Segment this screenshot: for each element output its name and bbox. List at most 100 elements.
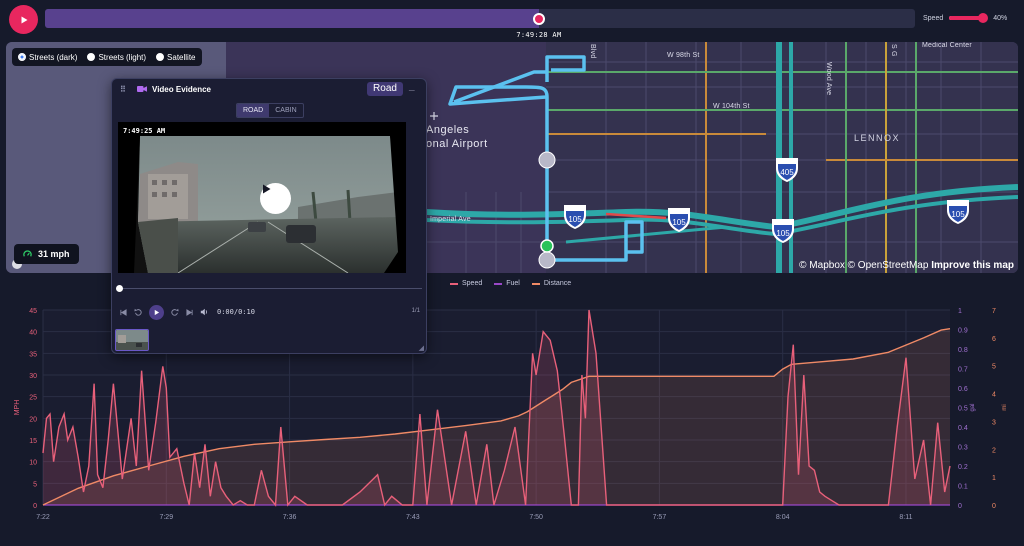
layer-option-streets-light[interactable]: Streets (light) xyxy=(87,53,146,62)
y-left-tick-label: 10 xyxy=(29,460,37,467)
y-right-fuel-tick-label: 0.1 xyxy=(958,484,968,491)
street-label: W 98th St xyxy=(667,52,700,59)
resize-handle-icon[interactable]: ◢ xyxy=(419,344,424,352)
y-left-tick-label: 5 xyxy=(33,481,37,488)
y-left-tick-label: 0 xyxy=(33,503,37,510)
area-label: LENNOX xyxy=(854,133,901,143)
y-left-tick-label: 45 xyxy=(29,308,37,315)
y-right-fuel-tick-label: 0.7 xyxy=(958,367,968,374)
y-right-distance-tick-label: 3 xyxy=(992,419,996,426)
y-left-tick-label: 40 xyxy=(29,330,37,337)
airport-label: onal Airport xyxy=(426,138,488,150)
y-right-fuel-tick-label: 0.8 xyxy=(958,347,968,354)
y-left-tick-label: 15 xyxy=(29,438,37,445)
video-controls: 0:00/0:10 xyxy=(120,304,255,320)
clip-thumbnail-image xyxy=(116,330,148,350)
y-right-distance-tick-label: 1 xyxy=(992,475,996,482)
y-right-fuel-axis-label: gal xyxy=(970,403,976,411)
street-label: Wood Ave xyxy=(825,62,832,96)
y-right-fuel-tick-label: 1 xyxy=(958,308,962,315)
layer-label: Streets (light) xyxy=(98,52,147,62)
speed-badge-text: 31 mph xyxy=(38,249,70,259)
clip-count: 1/1 xyxy=(411,308,420,314)
current-speed-badge: 31 mph xyxy=(14,244,79,264)
drag-handle-icon[interactable]: ⠿ xyxy=(120,85,126,94)
svg-text:105: 105 xyxy=(776,229,790,238)
video-control-play-button[interactable] xyxy=(149,304,164,320)
video-progress-handle[interactable] xyxy=(116,285,123,292)
video-panel-header[interactable]: ⠿ Video Evidence Road _ xyxy=(112,79,426,99)
camera-icon xyxy=(137,86,147,92)
y-right-fuel-tick-label: 0.9 xyxy=(958,328,968,335)
y-left-axis-label: MPH xyxy=(14,400,21,416)
x-tick-label: 7:29 xyxy=(159,514,173,521)
timeline-scrubber-handle[interactable] xyxy=(532,13,545,25)
current-time-label: 7:49:28 AM xyxy=(516,31,562,39)
app-root: 7:49:28 AM Speed 40% 405 105 105 105 105… xyxy=(0,0,1024,546)
video-panel-title: Video Evidence xyxy=(152,85,211,94)
layer-label: Streets (dark) xyxy=(29,52,78,62)
y-right-fuel-tick-label: 0.3 xyxy=(958,445,968,452)
svg-text:105: 105 xyxy=(672,218,686,227)
volume-icon[interactable] xyxy=(200,308,208,316)
play-button[interactable] xyxy=(9,5,38,34)
street-label: Blvd xyxy=(589,44,596,59)
street-label: Imperial Ave xyxy=(430,216,471,223)
skip-forward-icon[interactable] xyxy=(186,308,193,316)
improve-map-link[interactable]: Improve this map xyxy=(931,260,1014,271)
clip-thumbnail[interactable] xyxy=(115,329,149,351)
tab-cabin[interactable]: CABIN xyxy=(269,104,302,117)
rewind-icon[interactable] xyxy=(134,308,142,316)
layer-option-satellite[interactable]: Satellite xyxy=(156,53,196,62)
play-icon xyxy=(154,309,160,315)
play-icon xyxy=(263,184,271,194)
video-evidence-panel[interactable]: ⠿ Video Evidence Road _ ROAD CABIN 7:49:… xyxy=(111,78,427,354)
tab-road[interactable]: ROAD xyxy=(237,104,270,117)
speed-value: 40% xyxy=(993,14,1008,22)
svg-text:105: 105 xyxy=(951,210,965,219)
y-right-fuel-tick-label: 0.4 xyxy=(958,425,968,432)
street-label: W 104th St xyxy=(713,103,750,110)
video-play-button[interactable] xyxy=(260,183,291,214)
speed-slider[interactable] xyxy=(949,13,988,23)
layer-option-streets-dark[interactable]: Streets (dark) xyxy=(18,53,77,62)
camera-tabs: ROAD CABIN xyxy=(236,103,304,118)
speed-slider-handle[interactable] xyxy=(977,13,988,23)
y-right-distance-tick-label: 5 xyxy=(992,364,996,371)
x-tick-label: 7:43 xyxy=(406,514,420,521)
x-tick-label: 7:36 xyxy=(283,514,297,521)
airport-label: Angeles xyxy=(426,124,470,136)
y-right-distance-tick-label: 0 xyxy=(992,503,996,510)
x-tick-label: 7:22 xyxy=(36,514,50,521)
y-right-fuel-tick-label: 0 xyxy=(958,503,962,510)
gauge-icon xyxy=(23,249,32,257)
forward-icon[interactable] xyxy=(171,308,179,316)
x-tick-label: 7:50 xyxy=(529,514,543,521)
playback-timeline[interactable] xyxy=(45,9,915,28)
map-style-switcher: Streets (dark) Streets (light) Satellite xyxy=(12,48,202,66)
x-tick-label: 7:57 xyxy=(653,514,667,521)
street-label: S G xyxy=(890,44,897,57)
skip-back-icon[interactable] xyxy=(120,308,127,316)
y-right-distance-axis-label: mi xyxy=(1002,404,1008,410)
play-icon xyxy=(21,16,27,23)
video-progress-bar[interactable] xyxy=(116,285,422,292)
radio-selected-icon xyxy=(18,53,26,61)
x-tick-label: 8:11 xyxy=(899,514,912,521)
minimize-button[interactable]: _ xyxy=(409,81,415,92)
speed-label: Speed xyxy=(923,14,944,22)
y-right-distance-tick-label: 4 xyxy=(992,392,996,399)
svg-text:105: 105 xyxy=(568,215,582,224)
y-right-distance-tick-label: 2 xyxy=(992,447,996,454)
map-attribution: © Mapbox © OpenStreetMap Improve this ma… xyxy=(799,260,1014,271)
y-left-tick-label: 20 xyxy=(29,416,37,423)
video-time-display: 0:00/0:10 xyxy=(217,308,255,316)
playback-bar: 7:49:28 AM Speed 40% xyxy=(0,0,1024,42)
poi-label: Medical Center xyxy=(922,42,972,49)
dashcam-video[interactable]: 7:49:25 AM xyxy=(118,122,406,273)
y-right-fuel-tick-label: 0.5 xyxy=(958,406,968,413)
svg-text:405: 405 xyxy=(780,168,794,177)
playback-speed-control: Speed 40% xyxy=(923,10,1007,26)
x-tick-label: 8:04 xyxy=(776,514,790,521)
y-left-tick-label: 30 xyxy=(29,373,37,380)
